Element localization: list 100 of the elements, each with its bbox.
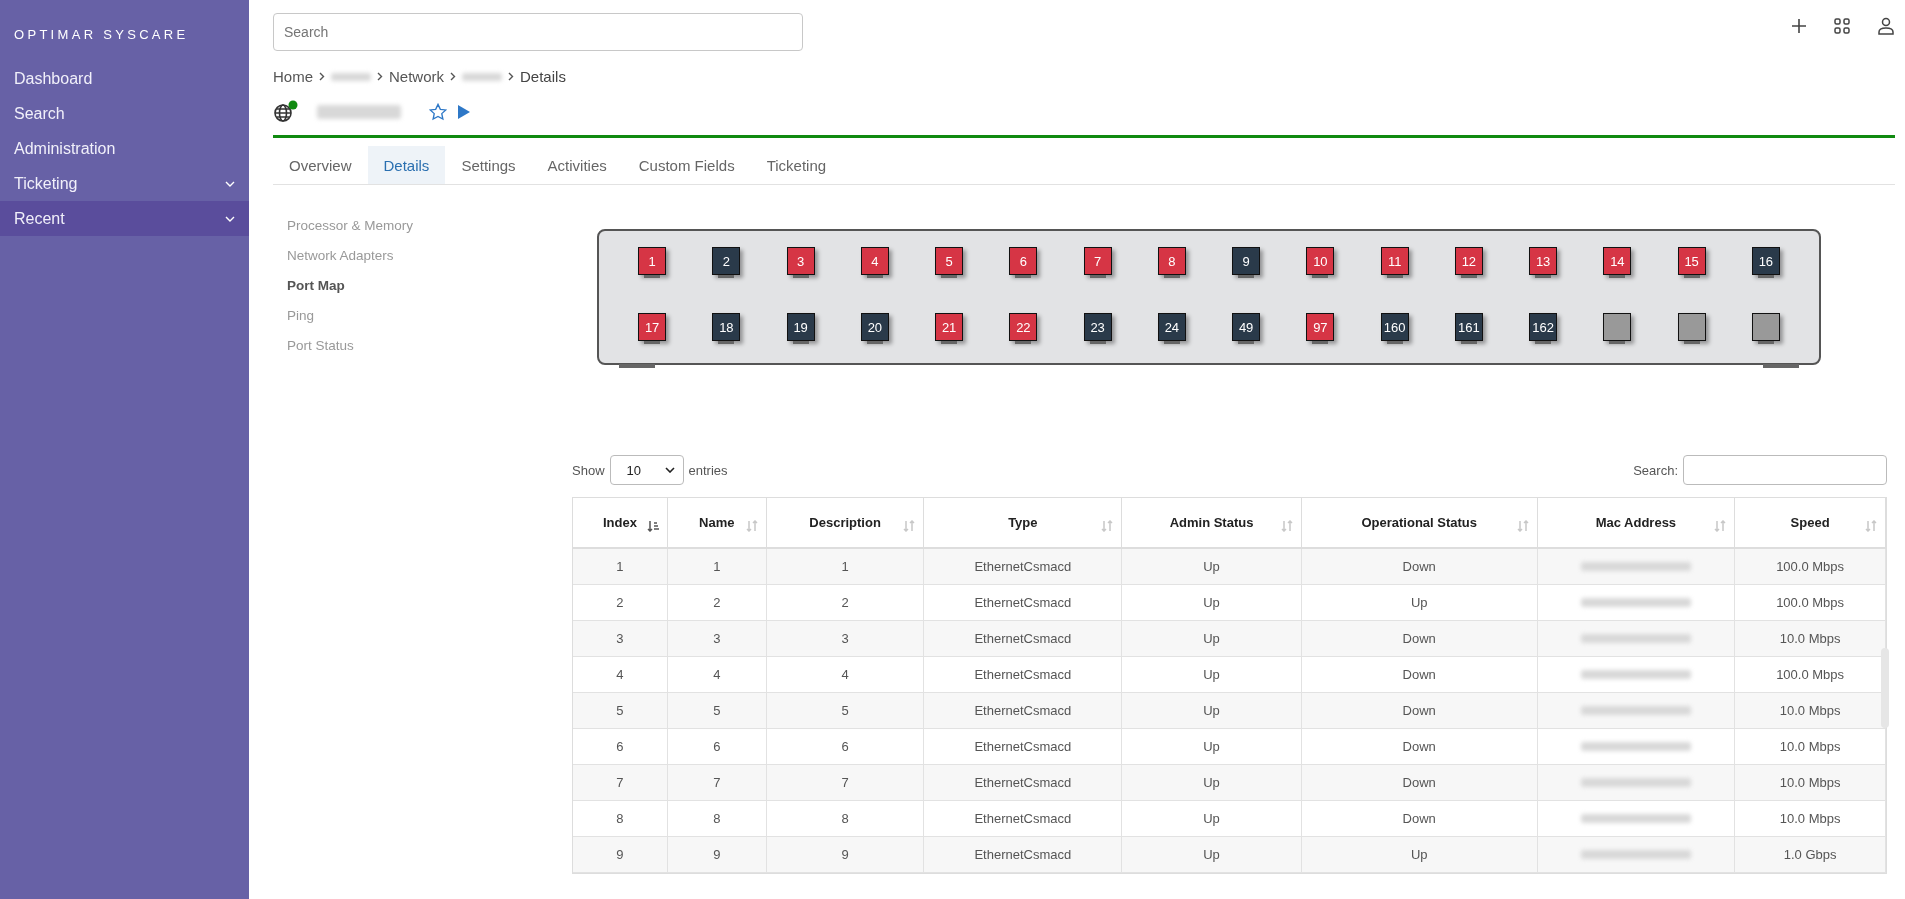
table-cell: EthernetCsmacd xyxy=(924,801,1123,836)
table-cell: 6 xyxy=(766,729,925,764)
table-cell: 4 xyxy=(573,657,668,692)
section-link[interactable]: Port Map xyxy=(287,275,587,295)
table-cell: Down xyxy=(1301,549,1538,584)
port[interactable]: 2 xyxy=(712,247,741,275)
port[interactable]: 1 xyxy=(638,247,667,275)
table-cell: 4 xyxy=(766,657,925,692)
table-cell: 4 xyxy=(667,657,767,692)
port[interactable]: 3 xyxy=(786,247,815,275)
scrollbar-thumb[interactable] xyxy=(1881,648,1889,728)
port[interactable]: 160 xyxy=(1380,313,1409,341)
table-cell: Up xyxy=(1122,549,1302,584)
column-header[interactable]: Admin Status xyxy=(1122,498,1302,547)
tab[interactable]: Custom Fields xyxy=(622,146,751,184)
table-search-field[interactable] xyxy=(1683,455,1887,485)
tab[interactable]: Settings xyxy=(445,146,532,184)
port[interactable]: 14 xyxy=(1603,247,1632,275)
search-field[interactable]: Search xyxy=(273,13,803,51)
nav-item[interactable]: Recent xyxy=(0,201,249,236)
port[interactable]: 18 xyxy=(712,313,741,341)
port[interactable]: 49 xyxy=(1232,313,1261,341)
port[interactable]: 5 xyxy=(935,247,964,275)
port[interactable]: 4 xyxy=(860,247,889,275)
port[interactable]: 9 xyxy=(1232,247,1261,275)
tab[interactable]: Activities xyxy=(531,146,623,184)
port[interactable]: 161 xyxy=(1454,313,1483,341)
grid-icon[interactable] xyxy=(1834,17,1850,34)
port[interactable]: 16 xyxy=(1751,247,1780,275)
port[interactable] xyxy=(1751,313,1780,341)
port[interactable]: 13 xyxy=(1529,247,1558,275)
port[interactable]: 8 xyxy=(1157,247,1186,275)
column-header[interactable]: Type xyxy=(924,498,1123,547)
table-cell: Down xyxy=(1301,693,1538,728)
port[interactable]: 10 xyxy=(1306,247,1335,275)
port[interactable]: 24 xyxy=(1157,313,1186,341)
table-cell: 3 xyxy=(573,621,668,656)
port[interactable] xyxy=(1603,313,1632,341)
port[interactable]: 17 xyxy=(638,313,667,341)
page-size-select[interactable]: 10 xyxy=(609,455,684,485)
tab[interactable]: Ticketing xyxy=(750,146,843,184)
table-cell: Down xyxy=(1301,621,1538,656)
column-header[interactable]: Index xyxy=(573,498,668,547)
port[interactable]: 7 xyxy=(1083,247,1112,275)
breadcrumb-link[interactable]: Details xyxy=(520,68,566,85)
port[interactable]: 23 xyxy=(1083,313,1112,341)
port[interactable]: 22 xyxy=(1009,313,1038,341)
play-icon[interactable] xyxy=(457,104,471,120)
column-header[interactable]: Speed xyxy=(1735,498,1886,547)
port[interactable]: 97 xyxy=(1306,313,1335,341)
breadcrumb-link[interactable]: Home xyxy=(273,68,313,85)
blurred-text xyxy=(462,72,503,81)
table-cell: Up xyxy=(1122,657,1302,692)
column-header[interactable]: Mac Address xyxy=(1537,498,1736,547)
port[interactable]: 11 xyxy=(1380,247,1409,275)
column-header[interactable]: Operational Status xyxy=(1301,498,1538,547)
table-cell: Up xyxy=(1122,765,1302,800)
port[interactable]: 19 xyxy=(786,313,815,341)
star-icon[interactable] xyxy=(429,103,447,121)
table-cell: Down xyxy=(1301,765,1538,800)
table-cell: 5 xyxy=(573,693,668,728)
table-cell: EthernetCsmacd xyxy=(924,621,1123,656)
port[interactable]: 15 xyxy=(1677,247,1706,275)
table-cell: Up xyxy=(1301,585,1538,620)
nav-item[interactable]: Ticketing xyxy=(0,166,249,201)
table-cell: 1 xyxy=(573,549,668,584)
table-cell: EthernetCsmacd xyxy=(924,765,1123,800)
table-cell: 100.0 Mbps xyxy=(1735,585,1886,620)
table-cell: 7 xyxy=(766,765,925,800)
table-cell: 10.0 Mbps xyxy=(1735,801,1886,836)
table-cell: 6 xyxy=(667,729,767,764)
tab[interactable]: Details xyxy=(367,146,446,184)
table-cell: Up xyxy=(1122,837,1302,872)
show-label: Show xyxy=(572,462,605,478)
table-cell: Down xyxy=(1301,801,1538,836)
table-cell: 6 xyxy=(573,729,668,764)
plus-icon[interactable] xyxy=(1791,17,1807,34)
column-header[interactable]: Name xyxy=(667,498,767,547)
tab[interactable]: Overview xyxy=(273,146,368,184)
port[interactable]: 12 xyxy=(1454,247,1483,275)
port[interactable]: 20 xyxy=(860,313,889,341)
table-cell: Down xyxy=(1301,657,1538,692)
port[interactable]: 21 xyxy=(935,313,964,341)
port[interactable] xyxy=(1677,313,1706,341)
table-cell: EthernetCsmacd xyxy=(924,549,1123,584)
nav-item[interactable]: Administration xyxy=(0,131,249,166)
table-cell: 7 xyxy=(667,765,767,800)
nav-item[interactable]: Search xyxy=(0,96,249,131)
search-label: Search: xyxy=(1633,462,1678,478)
table-cell: Up xyxy=(1122,801,1302,836)
nav-item[interactable]: Dashboard xyxy=(0,61,249,96)
port[interactable]: 162 xyxy=(1529,313,1558,341)
breadcrumb-link[interactable]: Network xyxy=(389,68,445,85)
table-cell: 9 xyxy=(573,837,668,872)
table-cell: 100.0 Mbps xyxy=(1735,549,1886,584)
port[interactable]: 6 xyxy=(1009,247,1038,275)
user-icon[interactable] xyxy=(1877,16,1895,35)
table-cell: 9 xyxy=(667,837,767,872)
table-cell: EthernetCsmacd xyxy=(924,729,1123,764)
column-header[interactable]: Description xyxy=(766,498,925,547)
